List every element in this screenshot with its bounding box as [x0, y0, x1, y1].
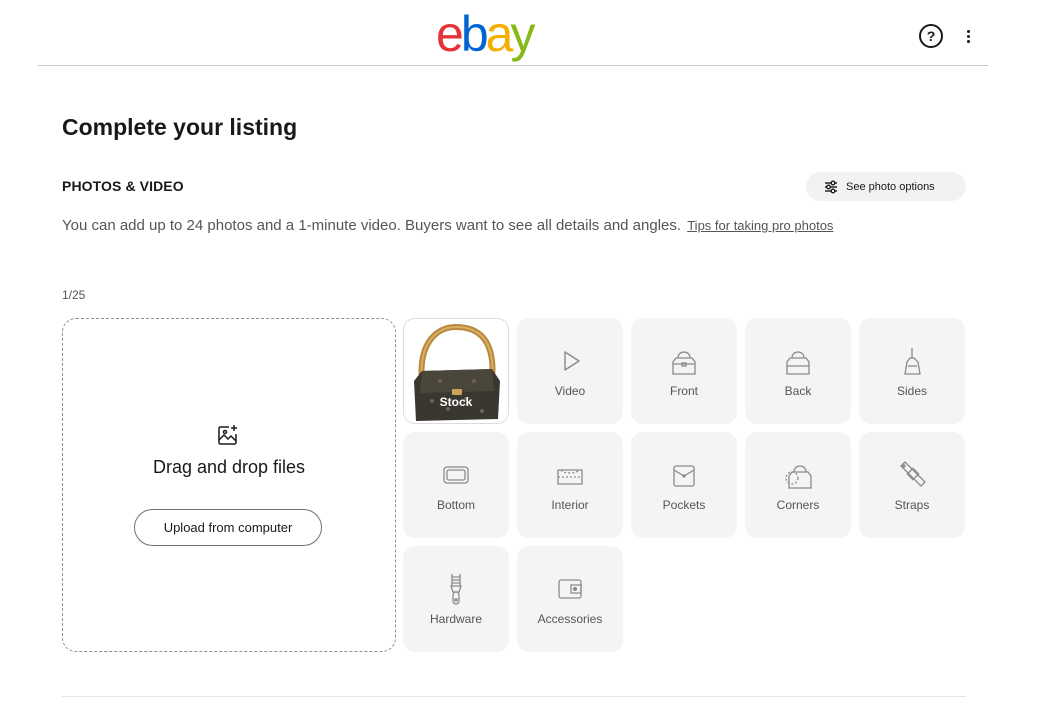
hardware-tile[interactable]: Hardware — [403, 546, 509, 652]
bag-side-icon — [904, 348, 921, 375]
pocket-icon — [673, 465, 695, 487]
play-icon — [564, 351, 580, 371]
video-label: Video — [554, 384, 586, 398]
bag-bottom-icon — [443, 466, 469, 484]
sides-label: Sides — [896, 384, 928, 398]
straps-label: Straps — [894, 498, 930, 512]
drag-drop-text: Drag and drop files — [152, 457, 306, 477]
help-icon[interactable]: ? — [919, 24, 943, 48]
hardware-label: Hardware — [429, 612, 483, 626]
see-photo-options-label: See photo options — [846, 180, 935, 193]
accessories-tile[interactable]: Accessories — [517, 546, 623, 652]
photos-description: You can add up to 24 photos and a 1-minu… — [62, 216, 833, 236]
description-text: You can add up to 24 photos and a 1-minu… — [62, 217, 682, 234]
front-label: Front — [669, 384, 698, 398]
photo-dropzone[interactable]: Drag and drop files Upload from computer — [62, 318, 396, 652]
pockets-tile[interactable]: Pockets — [631, 432, 737, 538]
stock-label: Stock — [439, 395, 473, 409]
top-header: ebay ? — [38, 0, 988, 66]
upload-from-computer-button[interactable]: Upload from computer — [134, 509, 322, 546]
section-divider — [62, 696, 966, 697]
corners-tile[interactable]: Corners — [745, 432, 851, 538]
bottom-label: Bottom — [436, 498, 475, 512]
bottom-tile[interactable]: Bottom — [403, 432, 509, 538]
photo-count: 1/25 — [62, 288, 86, 302]
bag-front-icon — [672, 351, 696, 375]
video-tile[interactable]: Video — [517, 318, 623, 424]
ebay-logo[interactable]: ebay — [436, 4, 535, 64]
bag-interior-icon — [557, 469, 583, 485]
back-label: Back — [784, 384, 812, 398]
corners-label: Corners — [776, 498, 820, 512]
interior-tile[interactable]: Interior — [517, 432, 623, 538]
zipper-icon — [450, 574, 462, 605]
wallet-icon — [558, 579, 582, 599]
bag-corner-icon — [785, 465, 812, 489]
accessories-label: Accessories — [537, 612, 603, 626]
see-photo-options-button[interactable]: See photo options — [806, 172, 966, 201]
front-tile[interactable]: Front — [631, 318, 737, 424]
more-options-icon[interactable] — [958, 24, 978, 48]
page-title: Complete your listing — [62, 114, 298, 140]
strap-icon — [900, 461, 926, 487]
straps-tile[interactable]: Straps — [859, 432, 965, 538]
sides-tile[interactable]: Sides — [859, 318, 965, 424]
interior-label: Interior — [551, 498, 589, 512]
tips-link[interactable]: Tips for taking pro photos — [687, 218, 833, 233]
sliders-icon — [825, 180, 837, 193]
pockets-label: Pockets — [662, 498, 706, 512]
bag-back-icon — [786, 351, 810, 375]
add-image-icon — [218, 425, 237, 445]
back-tile[interactable]: Back — [745, 318, 851, 424]
stock-photo-tile[interactable]: Stock — [403, 318, 509, 424]
photos-section-title: PHOTOS & VIDEO — [62, 178, 184, 194]
